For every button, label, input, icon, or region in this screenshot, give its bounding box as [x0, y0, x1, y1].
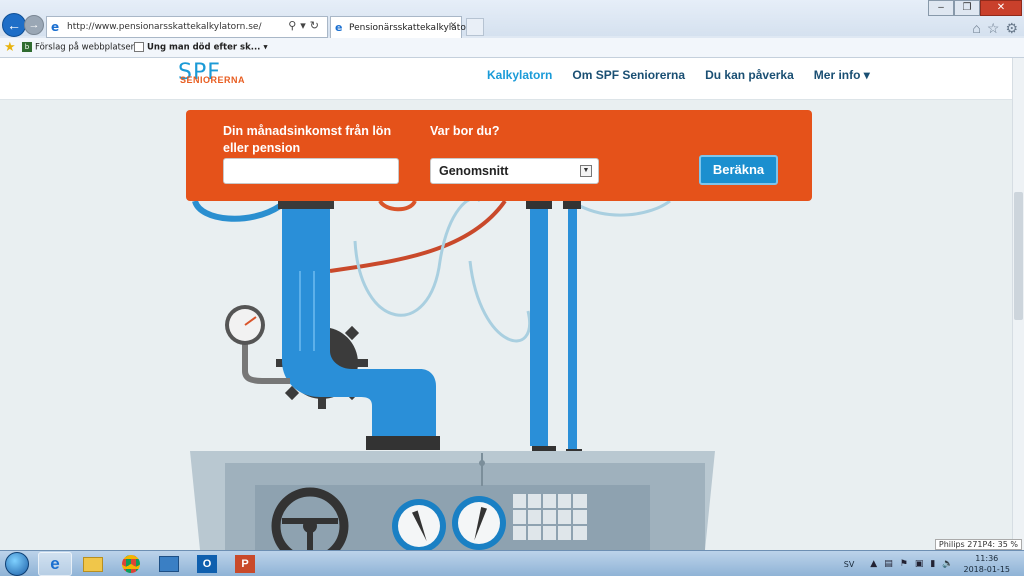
favorite-label: Ung man död efter sk... ▾: [147, 42, 268, 53]
light-wire-left: [353, 201, 480, 317]
refresh-icon[interactable]: ↻: [310, 19, 323, 32]
address-bar[interactable]: e http://www.pensionarsskattekalkylatorn…: [46, 16, 328, 38]
forward-arrow-icon: →: [28, 19, 40, 31]
nav-item-mer-info[interactable]: Mer info ▾: [814, 68, 870, 82]
duct-cap: [278, 201, 334, 209]
duct-top: [282, 201, 330, 261]
forward-button[interactable]: →: [24, 15, 44, 35]
thin-pipe-2: [568, 201, 577, 449]
new-tab-button[interactable]: [466, 18, 484, 36]
favorite-item-suggestions[interactable]: b Förslag på webbplatser ▾: [22, 42, 141, 53]
monitor-badge: Philips 271P4: 35 %: [934, 539, 1022, 550]
close-window-button[interactable]: ✕: [980, 0, 1022, 16]
web-page: SPF SENIORERNA Kalkylatorn Om SPF Senior…: [0, 58, 1012, 550]
income-input[interactable]: [223, 158, 399, 184]
taskbar-windows-explorer[interactable]: [152, 552, 186, 576]
favorites-bar: ★ b Förslag på webbplatser ▾ Ung man död …: [0, 38, 1024, 58]
start-button[interactable]: [4, 551, 32, 576]
thin-pipe-1-cap: [526, 201, 552, 209]
taskbar-outlook[interactable]: O: [190, 552, 224, 576]
battery-icon[interactable]: ▮: [930, 559, 935, 569]
network-icon[interactable]: ▤: [884, 559, 893, 569]
location-selected-value: Genomsnitt: [439, 164, 509, 178]
address-url: http://www.pensionarsskattekalkylatorn.s…: [67, 22, 262, 32]
ie-tab-icon: e: [335, 21, 343, 34]
site-header: SPF SENIORERNA Kalkylatorn Om SPF Senior…: [0, 58, 1012, 100]
nav-item-om-spf[interactable]: Om SPF Seniorerna: [572, 68, 685, 82]
nav-item-kalkylatorn[interactable]: Kalkylatorn: [487, 68, 552, 82]
language-indicator[interactable]: SV: [844, 560, 855, 569]
taskbar-ie[interactable]: e: [38, 552, 72, 576]
powerpoint-icon: P: [235, 555, 255, 573]
chrome-toolbar-icons: ⌂ ☆ ⚙: [972, 20, 1018, 37]
machine-illustration: [190, 201, 715, 550]
logo-subtext: SENIORERNA: [180, 75, 246, 85]
location-select[interactable]: Genomsnitt ▼: [430, 158, 599, 184]
windows-taskbar: e O P SV ▲ ▤ ⚑ ▣ ▮ 🔈 11:36 2018-01-15: [0, 550, 1024, 576]
ie-icon: e: [50, 554, 60, 573]
search-icon[interactable]: ⚲: [288, 19, 300, 32]
favorites-star-icon[interactable]: ☆: [987, 20, 1000, 37]
thin-pipe-2-cap: [563, 201, 581, 209]
duct-elbow: [282, 261, 436, 436]
clock-time: 11:36: [975, 554, 999, 563]
show-hidden-icon[interactable]: ▲: [870, 559, 877, 569]
action-center-flag-icon[interactable]: ⚑: [900, 559, 908, 569]
page-scrollbar[interactable]: [1012, 58, 1024, 550]
income-label: Din månadsinkomst från lön eller pension: [223, 124, 392, 155]
taskbar-explorer[interactable]: [76, 552, 110, 576]
red-wire-top: [378, 201, 417, 212]
taskbar-powerpoint[interactable]: P: [228, 552, 262, 576]
outlook-icon: O: [197, 555, 217, 573]
tab-active[interactable]: e Pensionärsskattekalkylatorn ✕: [330, 16, 475, 38]
light-wire-right: [579, 201, 671, 217]
blue-wire: [192, 201, 282, 222]
minimize-button[interactable]: –: [928, 0, 954, 16]
display-icon[interactable]: ▣: [915, 559, 924, 569]
settings-gear-icon[interactable]: ⚙: [1005, 20, 1018, 37]
light-wire-middle: [468, 260, 531, 343]
clock[interactable]: 11:36 2018-01-15: [964, 553, 1011, 575]
chrome-icon: [122, 555, 140, 573]
thin-pipe-1: [530, 201, 548, 446]
grid-panel: [511, 492, 589, 542]
explorer-icon: [159, 556, 179, 572]
duct-base: [366, 436, 440, 450]
favorite-label: Förslag på webbplatser ▾: [35, 42, 142, 53]
bing-icon: b: [22, 42, 32, 52]
back-button[interactable]: ←: [2, 13, 26, 37]
calculate-button[interactable]: Beräkna: [699, 155, 778, 185]
calculator-panel: Din månadsinkomst från lön eller pension…: [186, 110, 812, 201]
window-controls: – ❐ ✕: [928, 0, 1022, 16]
nav-item-paverka[interactable]: Du kan påverka: [705, 68, 794, 82]
maximize-button[interactable]: ❐: [954, 0, 980, 16]
scrollbar-thumb[interactable]: [1014, 192, 1023, 320]
folder-icon: [83, 556, 103, 572]
browser-chrome: ← → e http://www.pensionarsskattekalkyla…: [0, 0, 1024, 58]
address-tools: ⚲▾↻: [288, 19, 323, 32]
dropdown-icon[interactable]: ▾: [300, 19, 310, 32]
favorites-star-icon[interactable]: ★: [4, 40, 16, 55]
ie-page-icon: e: [51, 20, 60, 34]
chevron-down-icon[interactable]: ▼: [580, 165, 592, 177]
machine-bolt: [479, 460, 485, 466]
volume-icon[interactable]: 🔈: [942, 559, 953, 569]
tray-icons: ▲ ▤ ⚑ ▣ ▮ 🔈: [870, 559, 953, 569]
clock-date: 2018-01-15: [963, 565, 1011, 574]
favorite-item-news[interactable]: Ung man död efter sk... ▾: [134, 42, 268, 53]
main-nav: Kalkylatorn Om SPF Seniorerna Du kan påv…: [487, 68, 870, 82]
back-arrow-icon: ←: [7, 17, 21, 33]
windows-orb-icon: [5, 552, 29, 576]
location-label: Var bor du?: [430, 124, 500, 138]
spf-logo[interactable]: SPF SENIORERNA: [178, 62, 246, 86]
close-tab-icon[interactable]: ✕: [449, 21, 457, 31]
page-icon: [134, 42, 144, 52]
system-tray: SV ▲ ▤ ⚑ ▣ ▮ 🔈 11:36 2018-01-15: [844, 551, 1024, 576]
home-icon[interactable]: ⌂: [972, 20, 980, 37]
taskbar-chrome[interactable]: [114, 552, 148, 576]
